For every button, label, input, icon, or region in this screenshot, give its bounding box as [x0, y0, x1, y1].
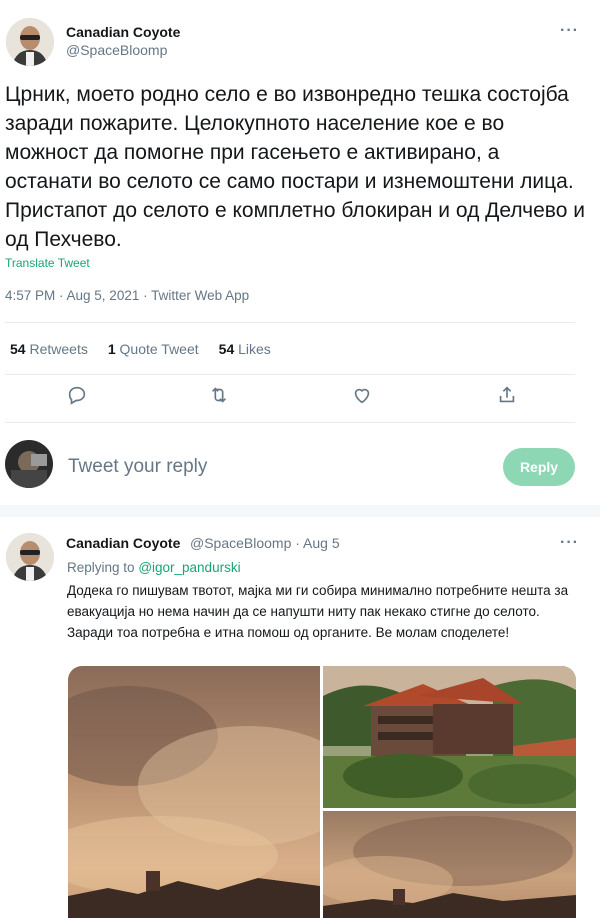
replying-to: Replying to @igor_pandurski [67, 560, 241, 575]
more-options-icon[interactable]: ··· [560, 22, 579, 40]
section-separator [0, 505, 600, 517]
share-icon[interactable] [496, 384, 520, 408]
village-houses-photo[interactable] [323, 666, 576, 808]
tweet-text: Црник, моето родно село е во извонредно … [5, 83, 585, 251]
divider [5, 422, 575, 423]
tweet-actions [0, 384, 600, 414]
reply-tweet-text: Додека го пишувам твотот, мајка ми ги со… [67, 583, 569, 640]
quote-tweets-stat[interactable]: 1 Quote Tweet [108, 341, 199, 357]
reply-author-name[interactable]: Canadian Coyote [66, 535, 180, 551]
reply-more-options-icon[interactable]: ··· [560, 534, 579, 552]
divider [5, 322, 575, 323]
author-name[interactable]: Canadian Coyote [66, 24, 180, 40]
likes-stat[interactable]: 54 Likes [219, 341, 271, 357]
tweet-timestamp[interactable]: 4:57 PM · Aug 5, 2021 · Twitter Web App [5, 288, 249, 303]
tweet-stats: 54 Retweets 1 Quote Tweet 54 Likes [10, 341, 271, 357]
reply-author-avatar[interactable] [6, 533, 54, 581]
reply-input[interactable]: Tweet your reply [68, 456, 207, 478]
translate-tweet-link[interactable]: Translate Tweet [5, 256, 90, 270]
composer-avatar [5, 440, 53, 488]
replying-to-handle-link[interactable]: @igor_pandurski [138, 560, 240, 575]
author-handle[interactable]: @SpaceBloomp [66, 42, 167, 58]
author-avatar[interactable] [6, 18, 54, 66]
divider [5, 374, 575, 375]
reply-button[interactable]: Reply [503, 448, 575, 486]
retweets-stat[interactable]: 54 Retweets [10, 341, 88, 357]
smoke-sky-photo[interactable] [68, 666, 320, 918]
reply-author-handle-date[interactable]: @SpaceBloomp · Aug 5 [190, 535, 340, 551]
main-tweet: Canadian Coyote @SpaceBloomp ··· Црник, … [0, 0, 600, 500]
reply-icon[interactable] [66, 384, 90, 408]
media-grid [68, 666, 576, 918]
retweet-icon[interactable] [208, 384, 232, 408]
like-icon[interactable] [351, 384, 375, 408]
smoke-over-village-photo[interactable] [323, 811, 576, 918]
